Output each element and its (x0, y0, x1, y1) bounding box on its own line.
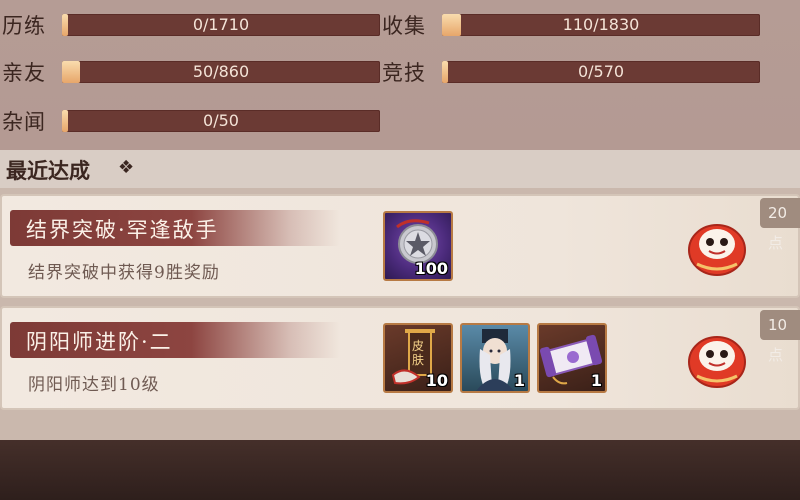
achievement-card[interactable]: 阴阳师进阶·二 阴阳师达到10级 皮肤 10 1 1 10点 (0, 306, 800, 410)
skin-badge-text: 皮肤 (412, 339, 425, 367)
recent-title: 最近达成 (6, 158, 90, 183)
achievement-desc: 阴阳师达到10级 (28, 375, 160, 395)
reward-count: 1 (513, 371, 525, 390)
reward-count: 10 (425, 371, 448, 390)
reward-item[interactable]: 1 (460, 323, 530, 393)
reward-item[interactable]: 100 (383, 211, 453, 281)
daruma-reward[interactable] (685, 214, 749, 278)
stat-label: 竞技 (382, 61, 426, 85)
reward-item[interactable]: 皮肤 10 (383, 323, 453, 393)
progress-bar: 0/1710 (62, 14, 380, 36)
daruma-icon (688, 224, 746, 276)
daruma-reward[interactable] (685, 326, 749, 390)
achievement-desc: 结界突破中获得9胜奖励 (28, 263, 220, 283)
achievement-card[interactable]: 结界突破·罕逢敌手 结界突破中获得9胜奖励 100 20点 (0, 194, 800, 298)
achievement-list[interactable]: 结界突破·罕逢敌手 结界突破中获得9胜奖励 100 20点 阴阳师进阶·二 阴阳… (0, 188, 800, 440)
reward-count: 1 (590, 371, 602, 390)
stat-label: 历练 (2, 14, 46, 38)
progress-text: 0/50 (203, 111, 239, 130)
achievement-title: 阴阳师进阶·二 (26, 330, 173, 354)
progress-text: 0/1710 (192, 15, 250, 34)
progress-text: 50/860 (192, 62, 250, 81)
stat-row-qinyou: 亲友 50/860 (2, 57, 380, 87)
points-tag: 10点 (760, 310, 800, 364)
floor-background (0, 440, 800, 500)
stat-row-shouji: 收集 110/1830 (382, 10, 760, 40)
reward-count: 100 (414, 259, 448, 278)
stat-row-lilian: 历练 0/1710 (2, 10, 380, 40)
stat-row-zawen: 杂闻 0/50 (2, 106, 380, 136)
achievement-title: 结界突破·罕逢敌手 (26, 218, 219, 242)
diamond-icon: ❖ (118, 157, 135, 178)
progress-bar: 50/860 (62, 61, 380, 83)
reward-item[interactable]: 1 (537, 323, 607, 393)
progress-text: 110/1830 (562, 15, 640, 34)
stat-label: 亲友 (2, 61, 46, 85)
stat-row-jingji: 竞技 0/570 (382, 57, 760, 87)
progress-bar: 110/1830 (442, 14, 760, 36)
points-tag: 20点 (760, 198, 800, 252)
progress-bar: 0/570 (442, 61, 760, 83)
progress-text: 0/570 (577, 62, 625, 81)
progress-bar: 0/50 (62, 110, 380, 132)
daruma-icon (688, 336, 746, 388)
stat-label: 杂闻 (2, 110, 46, 134)
stat-label: 收集 (382, 14, 426, 38)
